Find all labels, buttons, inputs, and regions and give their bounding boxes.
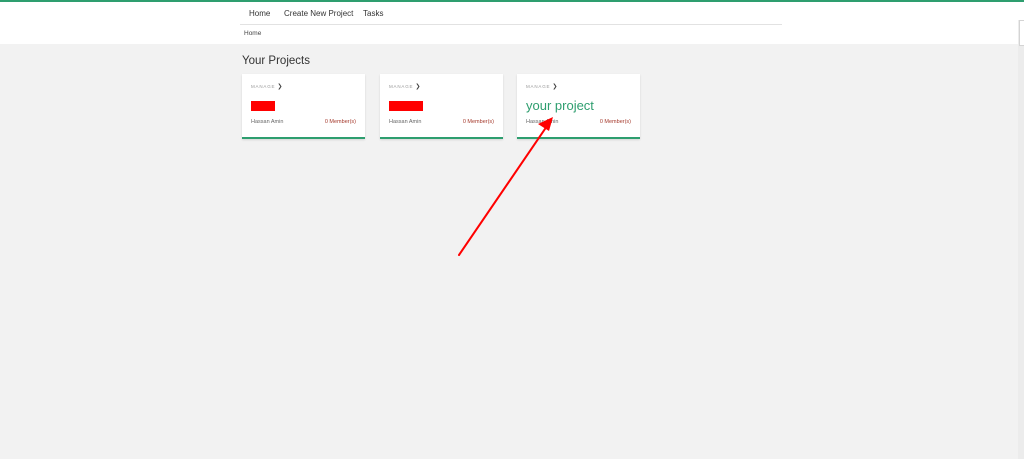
- nav-tasks[interactable]: Tasks: [363, 9, 383, 18]
- manage-link[interactable]: MANAGE ❯: [526, 83, 557, 90]
- section-title: Your Projects: [242, 55, 310, 67]
- project-members: 0 Member(s): [599, 119, 631, 125]
- manage-label: MANAGE: [389, 84, 414, 89]
- project-owner: Hassan Amin: [251, 119, 284, 125]
- project-owner: Hassan Amin: [526, 119, 559, 125]
- top-nav: Home Create New Project Tasks: [240, 2, 782, 25]
- nav-home[interactable]: Home: [249, 9, 270, 18]
- project-card[interactable]: MANAGE ❯ Hassan Amin 0 Member(s): [380, 74, 503, 139]
- project-members: 0 Member(s): [462, 119, 494, 125]
- annotation-arrow: [458, 117, 553, 256]
- chevron-right-icon: ❯: [415, 84, 421, 90]
- annotation-arrow-shaft: [458, 125, 548, 256]
- manage-label: MANAGE: [526, 84, 551, 89]
- chevron-right-icon: ❯: [552, 84, 558, 90]
- breadcrumb[interactable]: Home: [244, 30, 261, 37]
- manage-label: MANAGE: [251, 84, 276, 89]
- redacted-project-name: [389, 101, 423, 111]
- scrollbar-track[interactable]: [1018, 20, 1024, 459]
- manage-link[interactable]: MANAGE ❯: [251, 83, 282, 90]
- redacted-project-name: [251, 101, 275, 111]
- project-owner: Hassan Amin: [389, 119, 422, 125]
- project-card[interactable]: MANAGE ❯ your project Hassan Amin 0 Membe…: [517, 74, 640, 139]
- manage-link[interactable]: MANAGE ❯: [389, 83, 420, 90]
- project-card[interactable]: MANAGE ❯ Hassan Amin 0 Member(s): [242, 74, 365, 139]
- chevron-right-icon: ❯: [277, 84, 283, 90]
- project-members: 0 Member(s): [324, 119, 356, 125]
- header: Home Create New Project Tasks Home: [0, 2, 1024, 44]
- nav-create-new-project[interactable]: Create New Project: [284, 9, 353, 18]
- scrollbar-thumb[interactable]: [1019, 20, 1024, 46]
- project-name[interactable]: your project: [526, 98, 594, 113]
